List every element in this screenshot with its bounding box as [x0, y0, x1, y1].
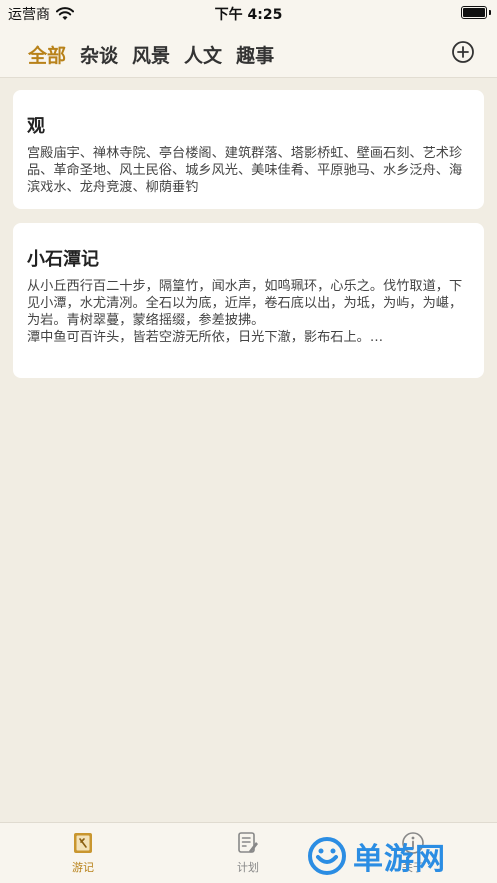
status-bar: 运营商 下午 4:25 — [0, 0, 497, 26]
watermark: 单游网 — [307, 835, 487, 877]
nav-plan[interactable]: 计划 — [208, 831, 288, 875]
tab-chat[interactable]: 杂谈 — [80, 41, 118, 68]
travel-note-card[interactable]: 小石潭记 从小丘西行百二十步，隔篁竹，闻水声，如鸣珮环，心乐之。伐竹取道，下见小… — [13, 223, 484, 378]
smiley-logo-icon — [308, 837, 346, 875]
category-tabs: 全部 杂谈 风景 人文 趣事 — [28, 41, 274, 68]
nav-travel-notes[interactable]: 游记 — [43, 831, 123, 875]
travel-note-card[interactable]: 观 宫殿庙宇、禅林寺院、亭台楼阁、建筑群落、塔影桥虹、壁画石刻、艺术珍品、革命圣… — [13, 90, 484, 209]
card-body: 宫殿庙宇、禅林寺院、亭台楼阁、建筑群落、塔影桥虹、壁画石刻、艺术珍品、革命圣地、… — [27, 146, 463, 195]
book-icon — [74, 833, 92, 853]
battery-tip — [489, 10, 491, 15]
nav-label: 计划 — [237, 861, 259, 874]
card-title: 观 — [27, 116, 45, 137]
plus-circle-icon[interactable] — [451, 40, 475, 64]
tab-scenery[interactable]: 风景 — [132, 41, 170, 68]
status-time: 下午 4:25 — [214, 7, 283, 23]
tab-culture[interactable]: 人文 — [184, 41, 222, 68]
battery-icon — [461, 6, 487, 19]
tab-fun[interactable]: 趣事 — [236, 41, 274, 68]
battery-fill — [463, 8, 485, 17]
watermark-text: 单游网 — [353, 842, 446, 877]
card-title: 小石潭记 — [27, 249, 99, 270]
header: 全部 杂谈 风景 人文 趣事 — [0, 26, 497, 78]
edit-note-icon — [238, 832, 258, 853]
nav-label: 游记 — [72, 861, 94, 874]
tab-all[interactable]: 全部 — [28, 41, 66, 68]
card-body: 从小丘西行百二十步，隔篁竹，闻水声，如鸣珮环，心乐之。伐竹取道，下见小潭，水尤清… — [27, 279, 463, 345]
